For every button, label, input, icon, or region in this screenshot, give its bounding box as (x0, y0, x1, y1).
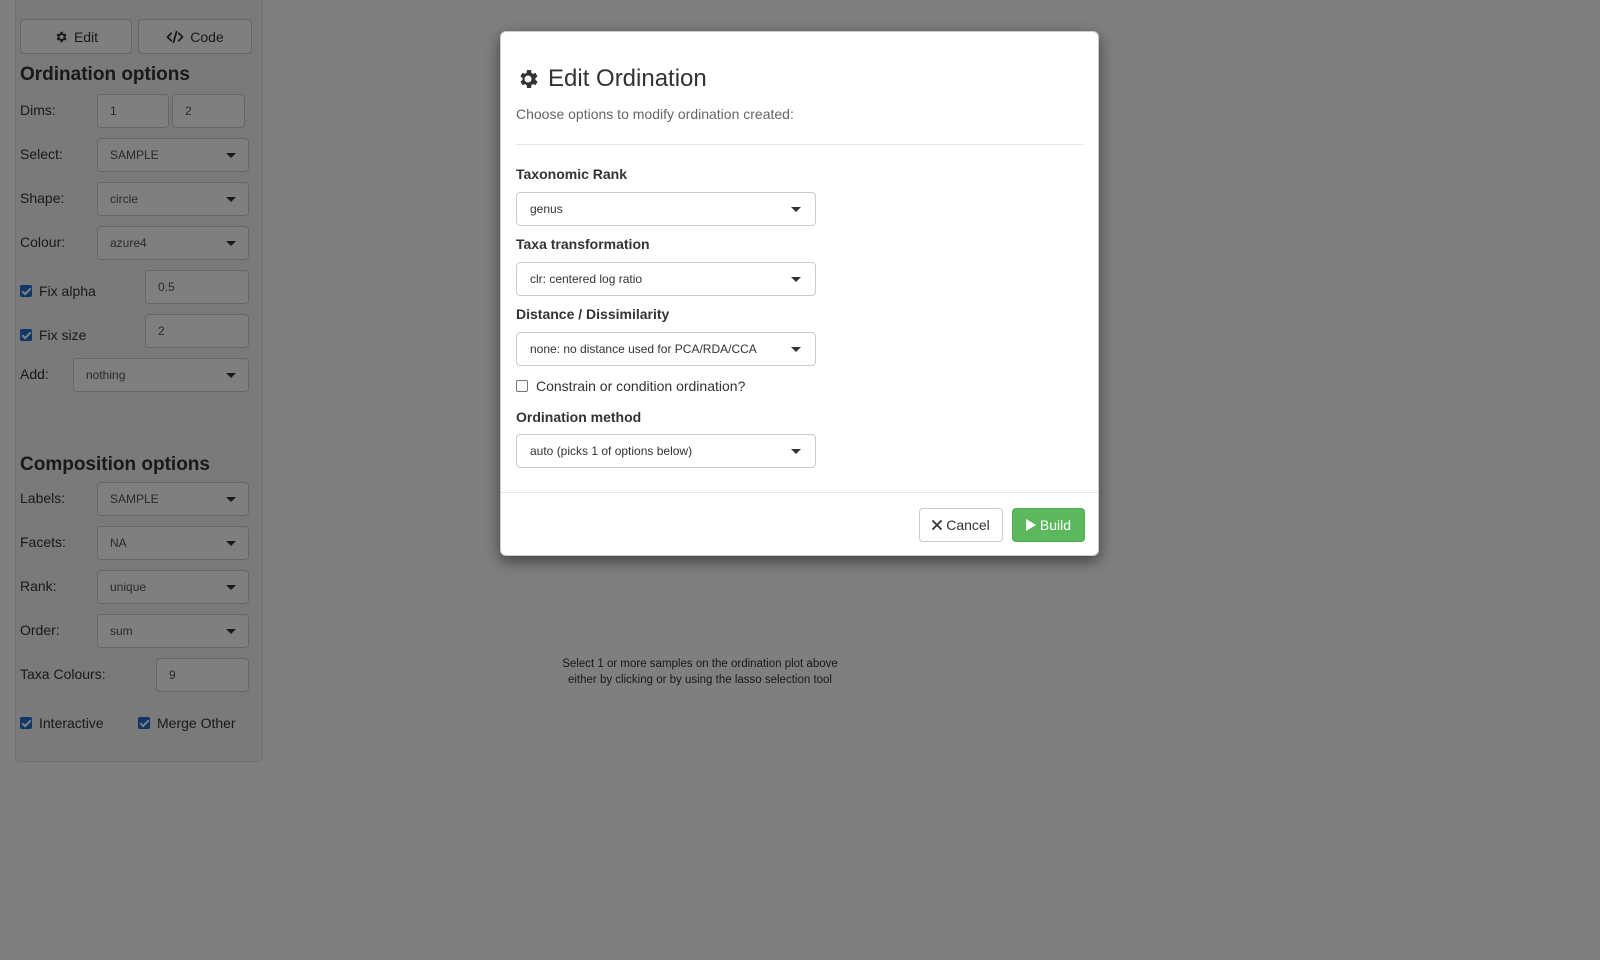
build-button-label: Build (1039, 517, 1072, 533)
taxonomic-rank-dropdown[interactable]: genus (516, 192, 816, 226)
ordination-method-label: Ordination method (516, 409, 642, 425)
modal-footer-divider (501, 492, 1098, 493)
modal-title: Edit Ordination (516, 65, 707, 93)
chevron-down-icon (791, 276, 801, 282)
chevron-down-icon (791, 206, 801, 212)
taxonomic-rank-label: Taxonomic Rank (516, 166, 627, 182)
chevron-down-icon (791, 448, 801, 454)
ordination-method-dropdown[interactable]: auto (picks 1 of options below) (516, 434, 816, 468)
constrain-label: Constrain or condition ordination? (536, 378, 746, 394)
taxa-transformation-label: Taxa transformation (516, 236, 650, 252)
chevron-down-icon (791, 346, 801, 352)
ordination-method-value: auto (picks 1 of options below) (530, 444, 693, 458)
taxa-transformation-value: clr: centered log ratio (530, 272, 643, 286)
gear-icon (520, 70, 538, 88)
cancel-button-label: Cancel (946, 517, 990, 533)
taxa-transformation-dropdown[interactable]: clr: centered log ratio (516, 262, 816, 296)
taxonomic-rank-value: genus (530, 202, 563, 216)
distance-label: Distance / Dissimilarity (516, 306, 670, 322)
distance-value: none: no distance used for PCA/RDA/CCA (530, 342, 757, 356)
modal-subtitle: Choose options to modify ordination crea… (516, 106, 794, 122)
build-button[interactable]: Build (1012, 508, 1085, 542)
modal-title-text: Edit Ordination (548, 65, 707, 92)
close-icon (932, 520, 943, 530)
distance-dropdown[interactable]: none: no distance used for PCA/RDA/CCA (516, 332, 816, 366)
play-icon (1025, 519, 1036, 531)
checkbox-unchecked[interactable] (516, 380, 528, 392)
modal-divider (516, 144, 1083, 145)
constrain-checkbox[interactable]: Constrain or condition ordination? (516, 378, 745, 394)
edit-ordination-modal: Edit Ordination Choose options to modify… (500, 31, 1099, 556)
cancel-button[interactable]: Cancel (919, 508, 1003, 542)
